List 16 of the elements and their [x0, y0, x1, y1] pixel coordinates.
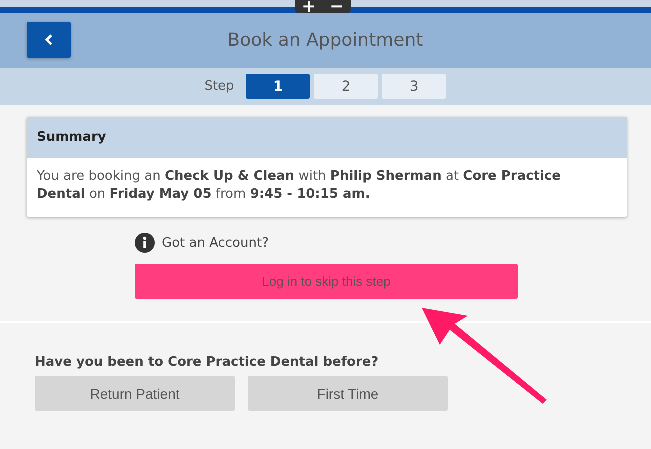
- patient-option-button[interactable]: First Time: [248, 376, 448, 411]
- step-tab[interactable]: 2: [314, 74, 378, 99]
- info-icon: [135, 233, 155, 253]
- zoom-out-button[interactable]: −: [330, 1, 344, 13]
- step-label: Step: [204, 79, 234, 94]
- patient-option-button[interactable]: Return Patient: [35, 376, 235, 411]
- back-button[interactable]: [27, 22, 71, 58]
- chevron-left-icon: [45, 34, 53, 46]
- summary-title: Summary: [37, 130, 106, 145]
- zoom-in-button[interactable]: +: [302, 1, 316, 13]
- summary-text: You are booking an Check Up & Clean with Philip Sherman at Core Practice Dental on Friday May 05 from 9:45 - 10:15 am.: [36, 168, 562, 204]
- page-title: Book an Appointment: [228, 30, 424, 51]
- visit-question: Have you been to Core Practice Dental before?: [35, 355, 380, 370]
- account-prompt: Got an Account?: [162, 236, 269, 250]
- step-tab[interactable]: 3: [382, 74, 446, 99]
- step-tab[interactable]: 1: [246, 74, 310, 99]
